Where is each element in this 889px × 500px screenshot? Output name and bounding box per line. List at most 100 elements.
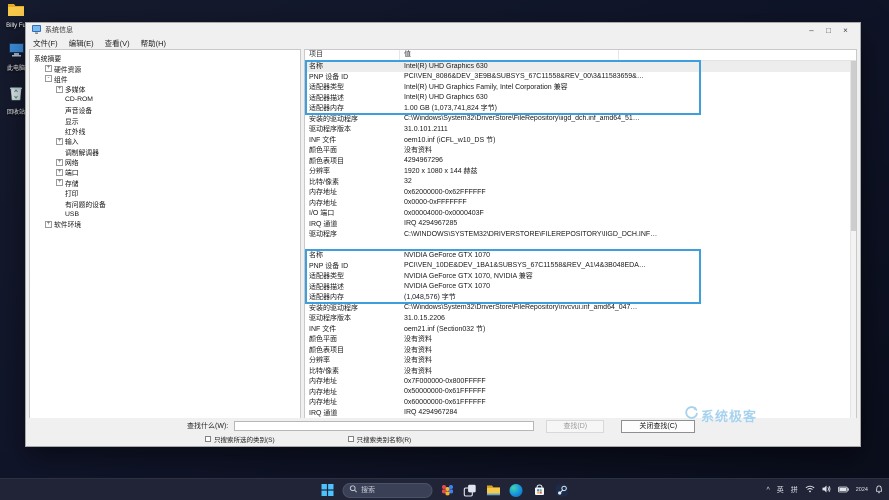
table-row[interactable]: 内存地址0x50000000-0x61FFFFFF [305,387,856,398]
tree-item[interactable]: 有问题的设备 [30,198,300,208]
list-panel[interactable]: 项目 值 名称Intel(R) UHD Graphics 630PNP 设备 I… [304,49,857,421]
expand-icon[interactable]: + [56,169,63,176]
menu-item[interactable]: 查看(V) [105,38,130,49]
checkbox-icon[interactable] [348,436,354,442]
wifi-icon[interactable] [805,485,815,495]
title-bar[interactable]: 系统信息 – □ × [26,23,860,37]
ime-indicator[interactable]: 拼 [791,485,798,495]
tree-item[interactable]: +多媒体 [30,84,300,94]
table-row[interactable]: 适配器描述NVIDIA GeForce GTX 1070 [305,282,856,293]
volume-icon[interactable] [822,485,831,495]
tree-item[interactable]: 打印 [30,188,300,198]
item-cell: 安装的驱动程序 [305,114,400,124]
table-row[interactable]: 名称Intel(R) UHD Graphics 630 [305,61,856,72]
file-explorer-icon[interactable] [485,482,501,498]
language-indicator[interactable]: 英 [777,485,784,495]
expand-icon[interactable]: + [56,138,63,145]
menu-item[interactable]: 文件(F) [33,38,58,49]
collapse-icon[interactable]: - [45,75,52,82]
tree-item[interactable]: USB [30,209,300,219]
table-row[interactable]: 比特/像素32 [305,177,856,188]
tree-item[interactable]: -组件 [30,74,300,84]
tree-item[interactable]: +端口 [30,167,300,177]
table-row[interactable]: 驱动程序版本31.0.101.2111 [305,124,856,135]
tree-item[interactable]: CD-ROM [30,95,300,105]
microsoft-store-icon[interactable] [531,482,547,498]
checkbox-icon[interactable] [205,436,211,442]
table-row[interactable]: 比特/像素没有资料 [305,366,856,377]
table-row[interactable]: 驱动程序版本31.0.15.2206 [305,313,856,324]
chat-icon[interactable] [439,482,455,498]
minimize-button[interactable]: – [803,24,820,37]
expand-icon[interactable]: + [56,86,63,93]
tree-item-label: 系统摘要 [34,53,61,63]
table-row[interactable]: PNP 设备 IDPCI\VEN_8086&DEV_3E9B&SUBSYS_67… [305,72,856,83]
task-view-icon[interactable] [462,482,478,498]
table-row[interactable]: 内存地址0x0000-0xFFFFFFF [305,198,856,209]
checkbox-search-category-names[interactable]: 只搜索类别名称(R) [348,434,412,444]
table-row[interactable]: 驱动程序C:\WINDOWS\SYSTEM32\DRIVERSTORE\FILE… [305,229,856,240]
tree-item[interactable]: +网络 [30,157,300,167]
table-row[interactable]: PNP 设备 IDPCI\VEN_10DE&DEV_1BA1&SUBSYS_67… [305,261,856,272]
edge-icon[interactable] [508,482,524,498]
tree-item[interactable]: 声音设备 [30,105,300,115]
find-button[interactable]: 查找(D) [546,420,604,433]
table-row[interactable]: 适配器内存(1,048,576) 字节 [305,292,856,303]
battery-icon[interactable] [838,486,849,495]
tree-item[interactable]: +硬件资源 [30,63,300,73]
item-cell: INF 文件 [305,135,400,145]
start-button[interactable] [319,482,335,498]
table-row[interactable]: 分辨率1920 x 1080 x 144 赫兹 [305,166,856,177]
expand-icon[interactable]: + [45,65,52,72]
tree-panel[interactable]: 系统摘要+硬件资源-组件+多媒体CD-ROM声音设备显示红外线+输入调制解调器+… [29,49,301,421]
table-row[interactable]: 颜色平面没有资料 [305,334,856,345]
clock[interactable]: 2024 [856,487,868,493]
table-row[interactable]: 内存地址0x62000000-0x62FFFFFF [305,187,856,198]
table-row[interactable]: 适配器描述Intel(R) UHD Graphics 630 [305,93,856,104]
tree-item[interactable]: +存储 [30,178,300,188]
vertical-scrollbar[interactable] [850,61,856,420]
find-input[interactable] [234,421,534,431]
table-row[interactable]: 名称NVIDIA GeForce GTX 1070 [305,250,856,261]
taskbar-search[interactable]: 搜索 [342,483,432,498]
tree-item[interactable]: 系统摘要 [30,53,300,63]
table-row[interactable]: 颜色平面没有资料 [305,145,856,156]
tree-item[interactable]: 红外线 [30,126,300,136]
menu-item[interactable]: 帮助(H) [141,38,166,49]
table-row[interactable]: 颜色表项目4294967296 [305,156,856,167]
expand-icon[interactable]: + [56,159,63,166]
item-column-header[interactable]: 项目 [305,50,400,60]
table-row[interactable]: 适配器内存1.00 GB (1,073,741,824 字节) [305,103,856,114]
menu-item[interactable]: 编辑(E) [69,38,94,49]
steam-icon[interactable] [554,482,570,498]
table-row[interactable]: 适配器类型Intel(R) UHD Graphics Family, Intel… [305,82,856,93]
checkbox-search-selected-category[interactable]: 只搜索所选的类别(S) [205,434,275,444]
table-row[interactable]: INF 文件oem21.inf (Section032 节) [305,324,856,335]
table-row[interactable]: IRQ 通道IRQ 4294967284 [305,408,856,419]
table-row[interactable]: I/O 端口0x00004000-0x0000403F [305,208,856,219]
tree-item-label: CD-ROM [65,96,93,103]
item-cell: PNP 设备 ID [305,261,400,271]
table-row[interactable]: INF 文件oem10.inf (iCFL_w10_DS 节) [305,135,856,146]
tree-item[interactable]: +软件环境 [30,219,300,229]
tree-item[interactable]: +输入 [30,136,300,146]
table-row[interactable]: 颜色表项目没有资料 [305,345,856,356]
expand-icon[interactable]: + [56,179,63,186]
expand-icon[interactable]: + [45,221,52,228]
table-row[interactable]: 适配器类型NVIDIA GeForce GTX 1070, NVIDIA 兼容 [305,271,856,282]
close-button[interactable]: × [837,24,854,37]
table-row[interactable]: 分辨率没有资料 [305,355,856,366]
scrollbar-thumb[interactable] [851,61,856,231]
table-row[interactable]: 内存地址0x7F000000-0x800FFFFF [305,376,856,387]
tree-item[interactable]: 显示 [30,115,300,125]
table-row[interactable]: 安装的驱动程序C:\Windows\System32\DriverStore\F… [305,114,856,125]
tray-chevron-icon[interactable]: ^ [766,487,769,494]
table-row[interactable]: 内存地址0x60000000-0x61FFFFFF [305,397,856,408]
tree-item[interactable]: 调制解调器 [30,147,300,157]
table-row[interactable]: 安装的驱动程序C:\Windows\System32\DriverStore\F… [305,303,856,314]
table-row[interactable] [305,240,856,251]
table-row[interactable]: IRQ 通道IRQ 4294967285 [305,219,856,230]
value-column-header[interactable]: 值 [400,50,619,60]
notification-bell-icon[interactable] [875,485,883,496]
maximize-button[interactable]: □ [820,24,837,37]
